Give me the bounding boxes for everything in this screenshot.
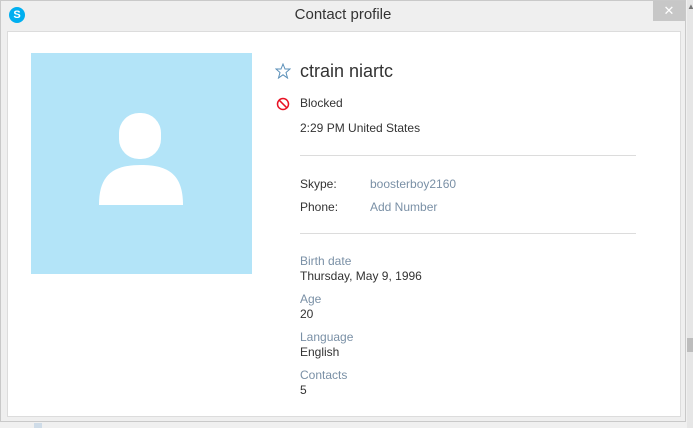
avatar <box>31 53 252 274</box>
window-title: Contact profile <box>294 6 392 23</box>
contacts-label: Contacts <box>300 368 348 382</box>
phone-label: Phone: <box>300 200 339 214</box>
birth-date-value: Thursday, May 9, 1996 <box>300 269 422 283</box>
birth-date-label: Birth date <box>300 254 352 268</box>
status-text: Blocked <box>300 96 343 110</box>
title-bar[interactable]: S Contact profile ✕ <box>1 1 685 29</box>
divider <box>300 233 636 234</box>
scroll-up-icon[interactable]: ▲ <box>687 2 693 12</box>
language-value: English <box>300 345 340 359</box>
default-avatar-icon <box>99 113 183 205</box>
close-button[interactable]: ✕ <box>653 1 685 21</box>
contact-name: ctrain niartc <box>300 61 394 81</box>
add-number-link[interactable]: Add Number <box>370 200 437 214</box>
local-time: 2:29 PM United States <box>300 121 421 135</box>
age-value: 20 <box>300 307 314 321</box>
age-label: Age <box>300 292 322 306</box>
divider <box>300 155 636 156</box>
contacts-value: 5 <box>300 383 307 397</box>
language-label: Language <box>300 330 354 344</box>
favorite-star-icon[interactable] <box>275 63 291 79</box>
scrollbar[interactable]: ▲ <box>687 0 693 428</box>
skype-id: boosterboy2160 <box>370 177 457 191</box>
skype-label: Skype: <box>300 177 337 191</box>
profile-panel: ctrain niartc Blocked 2:29 PM United Sta… <box>7 31 681 417</box>
scroll-thumb[interactable] <box>687 338 693 352</box>
background-window-edge <box>34 423 42 428</box>
blocked-icon <box>276 97 290 111</box>
contact-profile-window: S Contact profile ✕ ctrain niartc Blocke… <box>0 0 686 422</box>
